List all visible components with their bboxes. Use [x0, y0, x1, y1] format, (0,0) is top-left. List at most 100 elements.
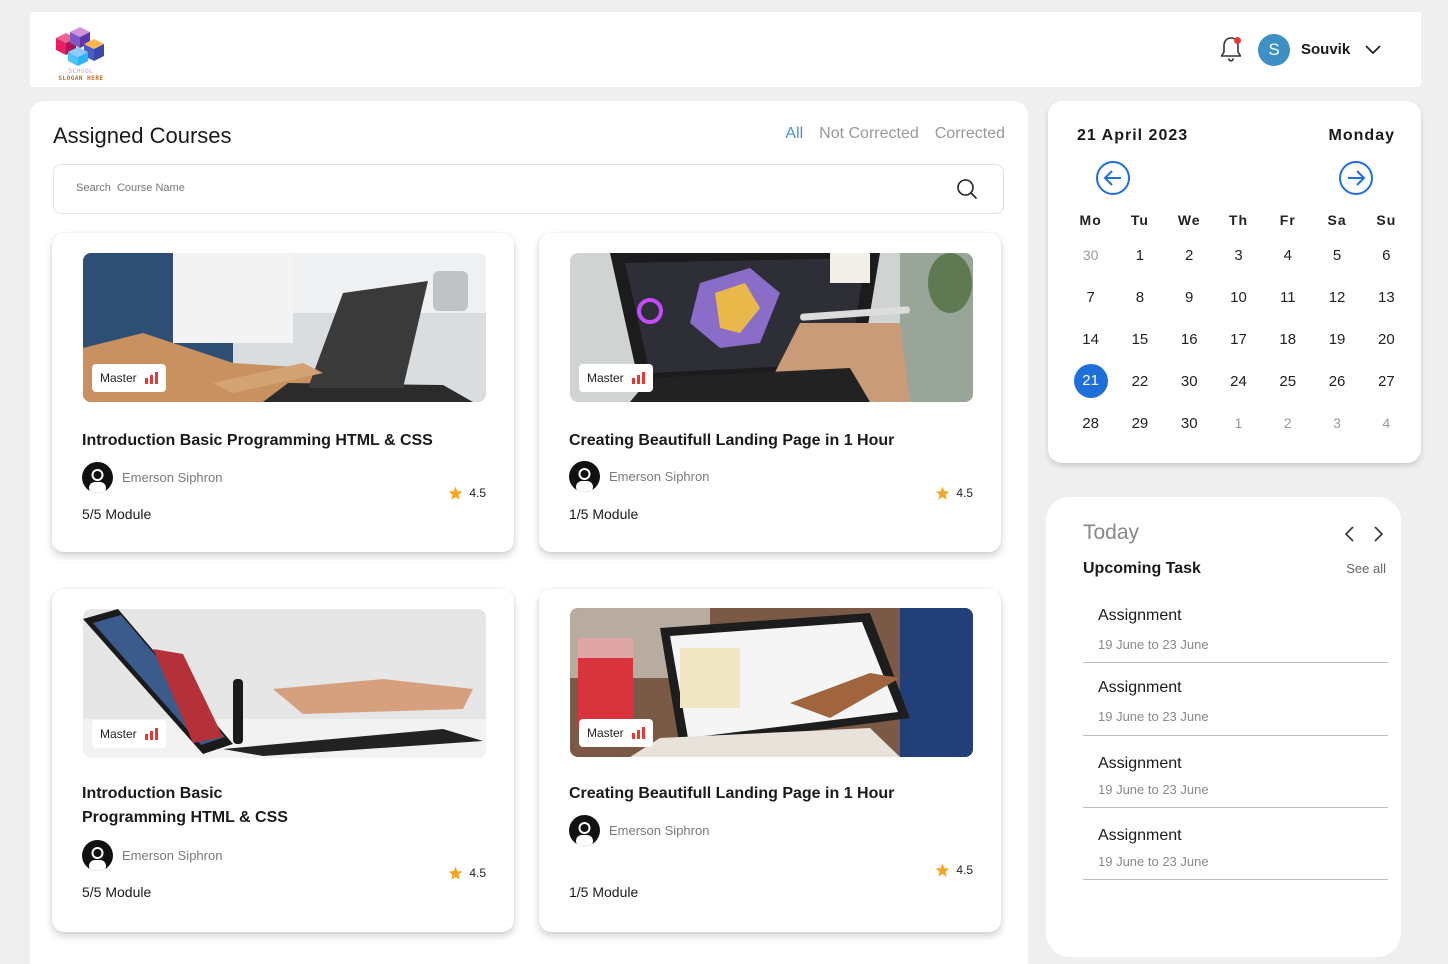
calendar-day[interactable]: 13 [1362, 289, 1411, 306]
calendar-day[interactable]: 1 [1115, 247, 1164, 264]
calendar-day[interactable]: 27 [1362, 373, 1411, 390]
logo-slogan: SLOGAN HERE [58, 75, 104, 82]
calendar-day[interactable]: 17 [1214, 331, 1263, 348]
calendar-day[interactable]: 12 [1312, 289, 1361, 306]
author-name: Emerson Siphron [609, 469, 710, 484]
calendar-day[interactable]: 28 [1066, 415, 1115, 432]
calendar-day[interactable]: 16 [1165, 331, 1214, 348]
search-bar [53, 164, 1004, 214]
course-title[interactable]: Creating Beautifull Landing Page in 1 Ho… [569, 429, 989, 453]
calendar-day[interactable]: 30 [1066, 247, 1115, 263]
calendar-day[interactable]: 29 [1115, 415, 1164, 432]
level-badge: Master [579, 364, 653, 392]
search-icon[interactable] [955, 177, 979, 201]
calendar-day[interactable]: 6 [1362, 247, 1411, 264]
upcoming-tasks-panel: Today Upcoming Task See all Assignment 1… [1046, 497, 1401, 957]
rating-value: 4.5 [469, 486, 486, 500]
course-card[interactable]: Master Creating Beautifull Landing Page … [539, 589, 1001, 932]
calendar-day[interactable]: 20 [1362, 331, 1411, 348]
course-card[interactable]: Master Creating Beautifull Landing Page … [539, 233, 1001, 552]
task-item[interactable]: Assignment 19 June to 23 June [1083, 808, 1388, 880]
course-thumbnail: Master [570, 608, 973, 757]
person-icon [89, 469, 106, 493]
calendar-day[interactable]: 30 [1165, 373, 1214, 390]
tasks-heading: Upcoming Task [1083, 560, 1201, 577]
course-author: Emerson Siphron [569, 815, 709, 846]
task-item[interactable]: Assignment 19 June to 23 June [1083, 736, 1388, 808]
rating-value: 4.5 [956, 486, 973, 500]
top-header: SCHOOL SLOGAN HERE S Souvik [30, 12, 1421, 87]
calendar-day[interactable]: 2 [1165, 247, 1214, 264]
user-name[interactable]: Souvik [1301, 41, 1350, 58]
person-icon [89, 847, 106, 871]
calendar-day[interactable]: 19 [1312, 331, 1361, 348]
calendar-day[interactable]: 24 [1214, 373, 1263, 390]
calendar-day[interactable]: 9 [1165, 289, 1214, 306]
calendar-day[interactable]: 8 [1115, 289, 1164, 306]
course-card[interactable]: Master Introduction Basic Programming HT… [52, 233, 514, 552]
search-input[interactable] [76, 182, 936, 194]
course-title[interactable]: Introduction Basic Programming HTML & CS… [82, 429, 502, 453]
star-icon [936, 486, 950, 500]
school-logo[interactable]: SCHOOL SLOGAN HERE [48, 26, 114, 82]
arrow-left-circle-icon[interactable] [1095, 160, 1131, 196]
calendar-day[interactable]: 4 [1263, 247, 1312, 264]
tab-not-corrected[interactable]: Not Corrected [819, 125, 919, 142]
calendar-day[interactable]: 30 [1165, 415, 1214, 432]
arrow-right-circle-icon[interactable] [1338, 160, 1374, 196]
task-item[interactable]: Assignment 19 June to 23 June [1083, 663, 1388, 736]
author-avatar [569, 461, 600, 492]
course-title[interactable]: Creating Beautifull Landing Page in 1 Ho… [569, 782, 989, 806]
calendar-day[interactable]: 26 [1312, 373, 1361, 390]
module-progress: 5/5 Module [82, 884, 152, 900]
course-rating: 4.5 [448, 486, 486, 500]
level-bars-icon [631, 372, 645, 384]
calendar-week: 7 8 9 10 11 12 13 [1066, 276, 1411, 318]
level-label: Master [587, 371, 624, 385]
calendar-day[interactable]: 11 [1263, 289, 1312, 306]
author-name: Emerson Siphron [122, 848, 223, 863]
calendar-day[interactable]: 5 [1312, 247, 1361, 264]
see-all-link[interactable]: See all [1346, 561, 1386, 576]
cubes-logo-icon [56, 27, 104, 66]
rating-value: 4.5 [956, 863, 973, 877]
level-bars-icon [631, 727, 645, 739]
course-title[interactable]: Introduction Basic Programming HTML & CS… [82, 782, 312, 830]
calendar-day[interactable]: 3 [1214, 247, 1263, 264]
weekday-header: Mo Tu We Th Fr Sa Su [1066, 206, 1411, 234]
chevron-left-icon[interactable] [1342, 525, 1358, 543]
chevron-right-icon[interactable] [1370, 525, 1386, 543]
level-badge: Master [92, 720, 166, 748]
calendar-day-selected[interactable]: 21 [1066, 364, 1115, 398]
weekday-label: Tu [1130, 212, 1149, 228]
calendar-date: 21 April 2023 [1077, 127, 1189, 144]
course-thumbnail: Master [83, 253, 486, 402]
level-label: Master [587, 726, 624, 740]
calendar-day[interactable]: 4 [1362, 415, 1411, 431]
weekday-label: We [1177, 212, 1201, 228]
selected-day-number: 21 [1073, 364, 1108, 398]
course-card[interactable]: Master Introduction Basic Programming HT… [52, 589, 514, 932]
calendar-day[interactable]: 14 [1066, 331, 1115, 348]
calendar-day[interactable]: 3 [1312, 415, 1361, 431]
calendar-day[interactable]: 1 [1214, 415, 1263, 431]
calendar-week: 14 15 16 17 18 19 20 [1066, 318, 1411, 360]
notifications-button[interactable] [1219, 35, 1243, 63]
calendar-day[interactable]: 18 [1263, 331, 1312, 348]
calendar-day[interactable]: 10 [1214, 289, 1263, 306]
tab-all[interactable]: All [785, 125, 803, 142]
calendar-day[interactable]: 22 [1115, 373, 1164, 390]
level-badge: Master [92, 364, 166, 392]
user-menu-toggle[interactable] [1364, 40, 1382, 58]
assigned-courses-panel: Assigned Courses All Not Corrected Correct… [30, 101, 1028, 964]
module-progress: 5/5 Module [82, 506, 152, 522]
calendar-day[interactable]: 2 [1263, 415, 1312, 431]
calendar-week: 30 1 2 3 4 5 6 [1066, 234, 1411, 276]
task-item[interactable]: Assignment 19 June to 23 June [1083, 596, 1388, 663]
calendar-day[interactable]: 25 [1263, 373, 1312, 390]
calendar-day[interactable]: 7 [1066, 289, 1115, 306]
calendar-day[interactable]: 15 [1115, 331, 1164, 348]
user-avatar[interactable]: S [1258, 34, 1290, 66]
author-avatar [82, 840, 113, 871]
tab-corrected[interactable]: Corrected [935, 125, 1005, 142]
